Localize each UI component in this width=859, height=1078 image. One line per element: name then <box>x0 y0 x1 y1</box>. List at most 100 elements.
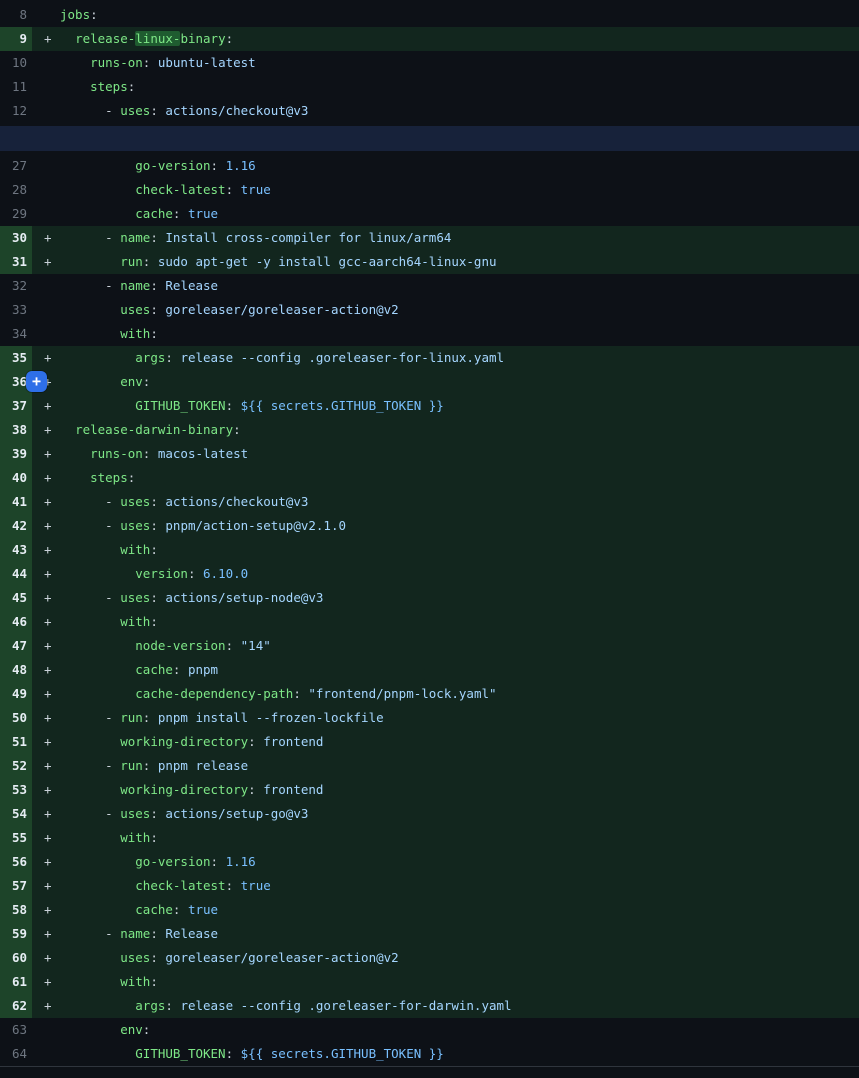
diff-add-marker: + <box>44 490 52 514</box>
diff-line: 39 + runs-on: macos-latest <box>0 442 859 466</box>
line-number[interactable]: 46 <box>0 610 32 634</box>
line-number[interactable]: 11 <box>0 75 32 99</box>
line-number[interactable]: 60 <box>0 946 32 970</box>
line-number[interactable]: 57 <box>0 874 32 898</box>
line-number[interactable]: 53 <box>0 778 32 802</box>
line-number[interactable]: 51 <box>0 730 32 754</box>
line-number[interactable]: 41 <box>0 490 32 514</box>
line-number[interactable]: 42 <box>0 514 32 538</box>
token-val: frontend <box>263 734 323 749</box>
token-val: pnpm release <box>158 758 248 773</box>
line-number[interactable]: 62 <box>0 994 32 1018</box>
token-key: uses <box>120 806 150 821</box>
diff-add-marker: + <box>44 826 52 850</box>
line-number[interactable]: 54 <box>0 802 32 826</box>
line-number[interactable]: 37 <box>0 394 32 418</box>
diff-add-marker: + <box>44 538 52 562</box>
code-line: uses: goreleaser/goreleaser-action@v2 <box>32 298 859 322</box>
line-number[interactable]: 56 <box>0 850 32 874</box>
token-punc: - <box>105 103 120 118</box>
diff-line: 41 + - uses: actions/checkout@v3 <box>0 490 859 514</box>
diff-line: 60 + uses: goreleaser/goreleaser-action@… <box>0 946 859 970</box>
line-number[interactable]: 8 <box>0 3 32 27</box>
line-number[interactable]: 64 <box>0 1042 32 1066</box>
diff-line: 53 + working-directory: frontend <box>0 778 859 802</box>
line-number[interactable]: 44 <box>0 562 32 586</box>
line-number[interactable]: 59 <box>0 922 32 946</box>
line-number[interactable]: 9 <box>0 27 32 51</box>
token-key: cache <box>135 206 173 221</box>
token-key: cache <box>135 902 173 917</box>
token-key: working-directory <box>120 734 248 749</box>
code-line: env: <box>32 1018 859 1042</box>
token-val: release --config .goreleaser-for-darwin.… <box>180 998 511 1013</box>
line-number[interactable]: 35 <box>0 346 32 370</box>
code-line: + cache-dependency-path: "frontend/pnpm-… <box>32 682 859 706</box>
line-number[interactable]: 28 <box>0 178 32 202</box>
line-number[interactable]: 55 <box>0 826 32 850</box>
line-number[interactable]: 30 <box>0 226 32 250</box>
line-number[interactable]: 29 <box>0 202 32 226</box>
token-key: version <box>135 566 188 581</box>
diff-line: 34 with: <box>0 322 859 346</box>
diff-add-marker: + <box>44 442 52 466</box>
diff-line: 36 + env: + <box>0 370 859 394</box>
token-val: goreleaser/goreleaser-action@v2 <box>165 302 398 317</box>
token-val: frontend <box>263 782 323 797</box>
token-num: true <box>188 902 218 917</box>
token-val: Install cross-compiler for linux/arm64 <box>165 230 451 245</box>
line-number[interactable]: 43 <box>0 538 32 562</box>
line-number[interactable]: 63 <box>0 1018 32 1042</box>
line-number[interactable]: 52 <box>0 754 32 778</box>
line-number[interactable]: 32 <box>0 274 32 298</box>
token-key: steps <box>90 79 128 94</box>
diff-add-marker: + <box>44 346 52 370</box>
diff-line: 29 cache: true <box>0 202 859 226</box>
token-val: "14" <box>241 638 271 653</box>
line-number[interactable]: 48 <box>0 658 32 682</box>
diff-line: 57 + check-latest: true <box>0 874 859 898</box>
diff-line: 31 + run: sudo apt-get -y install gcc-aa… <box>0 250 859 274</box>
token-key: uses <box>120 950 150 965</box>
add-line-comment-button[interactable]: + <box>26 371 47 392</box>
line-number[interactable]: 47 <box>0 634 32 658</box>
code-line: + with: <box>32 610 859 634</box>
diff-add-marker: + <box>44 27 52 51</box>
code-line: + - uses: actions/setup-go@v3 <box>32 802 859 826</box>
token-punc: : <box>226 638 241 653</box>
token-val: actions/checkout@v3 <box>165 494 308 509</box>
line-number[interactable]: 27 <box>0 154 32 178</box>
code-line: go-version: 1.16 <box>32 154 859 178</box>
diff-line: 55 + with: <box>0 826 859 850</box>
diff-line: 44 + version: 6.10.0 <box>0 562 859 586</box>
line-number[interactable]: 45 <box>0 586 32 610</box>
line-number[interactable]: 49 <box>0 682 32 706</box>
token-punc: : <box>173 662 188 677</box>
line-number[interactable]: 12 <box>0 99 32 123</box>
line-number[interactable]: 39 <box>0 442 32 466</box>
token-num: true <box>241 878 271 893</box>
expand-hunk-bar[interactable] <box>0 126 859 151</box>
diff-line: 47 + node-version: "14" <box>0 634 859 658</box>
line-number[interactable]: 38 <box>0 418 32 442</box>
diff-line: 28 check-latest: true <box>0 178 859 202</box>
code-line: jobs: <box>32 3 859 27</box>
line-number[interactable]: 61 <box>0 970 32 994</box>
code-line: + go-version: 1.16 <box>32 850 859 874</box>
diff-line: 56 + go-version: 1.16 <box>0 850 859 874</box>
token-key: run <box>120 710 143 725</box>
token-key: with <box>120 542 150 557</box>
line-number[interactable]: 58 <box>0 898 32 922</box>
line-number[interactable]: 34 <box>0 322 32 346</box>
code-line: + cache: true <box>32 898 859 922</box>
diff-add-marker: + <box>44 874 52 898</box>
diff-line: 46 + with: <box>0 610 859 634</box>
diff-line: 62 + args: release --config .goreleaser-… <box>0 994 859 1018</box>
line-number[interactable]: 40 <box>0 466 32 490</box>
line-number[interactable]: 33 <box>0 298 32 322</box>
line-number[interactable]: 50 <box>0 706 32 730</box>
line-number[interactable]: 10 <box>0 51 32 75</box>
diff-add-marker: + <box>44 682 52 706</box>
token-num: ${{ secrets.GITHUB_TOKEN }} <box>241 1046 444 1061</box>
line-number[interactable]: 31 <box>0 250 32 274</box>
